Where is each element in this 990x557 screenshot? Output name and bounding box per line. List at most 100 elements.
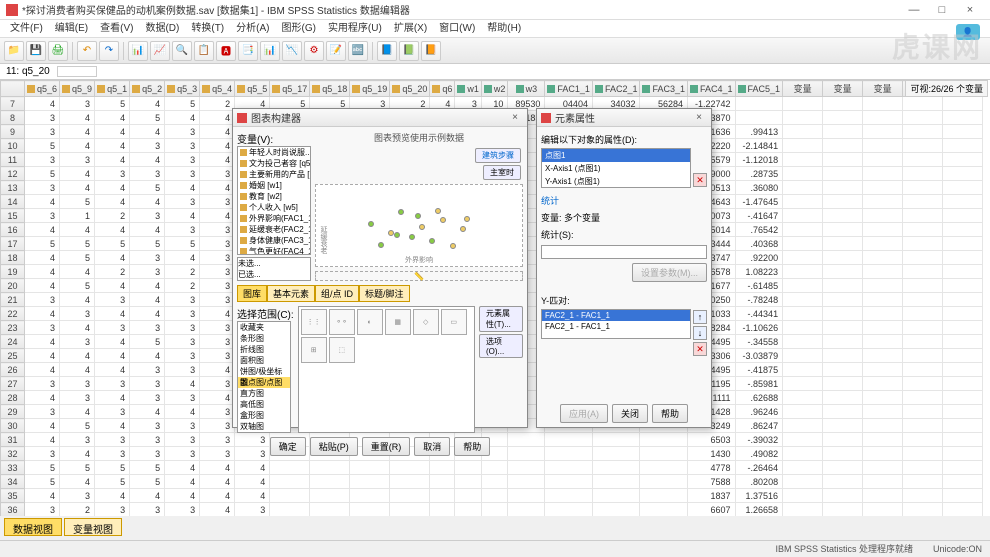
cell[interactable] — [481, 475, 508, 489]
cell[interactable] — [903, 153, 943, 167]
toolbar-button[interactable]: 📙 — [421, 41, 441, 61]
cell[interactable]: 4 — [95, 251, 130, 265]
toolbar-button[interactable]: 📉 — [282, 41, 302, 61]
toolbar-button[interactable]: 📊 — [128, 41, 148, 61]
cell[interactable]: -.26464 — [735, 461, 783, 475]
cell[interactable]: .28735 — [735, 167, 783, 181]
cell[interactable] — [783, 139, 823, 153]
cell[interactable] — [943, 125, 983, 139]
cell[interactable]: 4 — [200, 209, 235, 223]
cell[interactable]: 5 — [95, 475, 130, 489]
cell[interactable]: 3 — [200, 321, 235, 335]
toolbar-button[interactable]: 📗 — [399, 41, 419, 61]
cell[interactable]: 3 — [165, 153, 200, 167]
chart-type-item[interactable]: 高低图 — [238, 399, 290, 410]
cell[interactable] — [903, 181, 943, 195]
cell[interactable]: 3 — [200, 265, 235, 279]
cell[interactable]: 4 — [235, 475, 270, 489]
cell[interactable] — [823, 237, 863, 251]
cell[interactable] — [903, 251, 943, 265]
cell[interactable]: 5 — [25, 139, 60, 153]
cell[interactable]: 5 — [95, 97, 130, 111]
column-header[interactable]: q5_20 — [390, 81, 430, 97]
cell[interactable] — [545, 433, 593, 447]
cell[interactable]: 3 — [165, 503, 200, 517]
cell[interactable] — [350, 489, 390, 503]
minimize-button[interactable]: — — [900, 4, 928, 16]
column-header[interactable]: q6 — [430, 81, 455, 97]
cell[interactable]: .40368 — [735, 237, 783, 251]
cell[interactable]: 4 — [165, 489, 200, 503]
cell[interactable]: 3 — [60, 97, 95, 111]
chart-type-item[interactable]: 折线图 — [238, 344, 290, 355]
cell[interactable] — [455, 489, 482, 503]
cell[interactable]: 3 — [165, 167, 200, 181]
cell[interactable]: 3 — [200, 433, 235, 447]
menu-item[interactable]: 转换(T) — [185, 20, 230, 37]
cell[interactable]: 4 — [130, 153, 165, 167]
cell[interactable] — [310, 461, 350, 475]
column-header[interactable]: q5_6 — [25, 81, 60, 97]
cell[interactable] — [823, 265, 863, 279]
cell[interactable] — [430, 503, 455, 517]
cell[interactable] — [943, 489, 983, 503]
cell[interactable] — [863, 363, 903, 377]
cell[interactable] — [943, 461, 983, 475]
cell[interactable] — [863, 391, 903, 405]
cell[interactable]: 4 — [25, 223, 60, 237]
cell[interactable] — [545, 461, 593, 475]
cell[interactable] — [943, 377, 983, 391]
object-item[interactable]: 点图1 — [542, 149, 690, 162]
cell[interactable]: 4 — [165, 251, 200, 265]
cell[interactable] — [640, 433, 688, 447]
cell[interactable] — [903, 503, 943, 517]
cell[interactable]: 5 — [130, 475, 165, 489]
cell[interactable] — [350, 475, 390, 489]
chart-type-item[interactable]: 直方图 — [238, 388, 290, 399]
cell[interactable]: -.44341 — [735, 307, 783, 321]
cell[interactable]: 5 — [25, 461, 60, 475]
cell[interactable]: 1.08223 — [735, 265, 783, 279]
cell[interactable] — [823, 279, 863, 293]
chart-thumbnail[interactable]: ▭ — [441, 309, 467, 335]
toolbar-button[interactable]: ↶ — [77, 41, 97, 61]
cell[interactable] — [640, 461, 688, 475]
cell[interactable]: 4 — [235, 461, 270, 475]
cell[interactable]: 6607 — [688, 503, 736, 517]
column-header[interactable]: q5_18 — [310, 81, 350, 97]
cell[interactable] — [943, 391, 983, 405]
cell[interactable] — [863, 335, 903, 349]
cell[interactable]: 1.26658 — [735, 503, 783, 517]
cell[interactable] — [783, 251, 823, 265]
cell[interactable]: -1.10626 — [735, 321, 783, 335]
variable-item[interactable]: 文为投己者容 [q5... — [238, 158, 310, 169]
cell[interactable] — [430, 489, 455, 503]
cell[interactable]: 4 — [130, 349, 165, 363]
cell[interactable] — [508, 503, 545, 517]
cell[interactable]: 3 — [130, 251, 165, 265]
dialog-button[interactable]: 关闭 — [612, 404, 648, 423]
cell[interactable] — [943, 349, 983, 363]
cell[interactable] — [592, 433, 640, 447]
toolbar-button[interactable]: 📑 — [238, 41, 258, 61]
menu-item[interactable]: 文件(F) — [4, 20, 49, 37]
cell[interactable]: 4 — [165, 475, 200, 489]
cell[interactable] — [943, 335, 983, 349]
cell[interactable]: .80208 — [735, 475, 783, 489]
cell[interactable]: 5 — [60, 419, 95, 433]
cell[interactable]: 3 — [130, 265, 165, 279]
cell[interactable] — [455, 461, 482, 475]
chart-type-list[interactable]: 收藏夹条形图折线图面积图饼图/极坐标图散点图/点图直方图高低图盒形图双轴图 — [237, 321, 291, 433]
cell[interactable] — [903, 349, 943, 363]
cell[interactable] — [783, 503, 823, 517]
column-header[interactable]: 变量 — [823, 81, 863, 97]
column-header[interactable]: q5_9 — [60, 81, 95, 97]
cell[interactable] — [390, 461, 430, 475]
cell[interactable] — [783, 433, 823, 447]
chart-type-item[interactable]: 饼图/极坐标图 — [238, 366, 290, 377]
cell[interactable] — [783, 111, 823, 125]
cell[interactable]: 4 — [200, 139, 235, 153]
cell[interactable] — [592, 503, 640, 517]
toolbar-button[interactable]: ⚙ — [304, 41, 324, 61]
column-header[interactable]: q5_5 — [235, 81, 270, 97]
